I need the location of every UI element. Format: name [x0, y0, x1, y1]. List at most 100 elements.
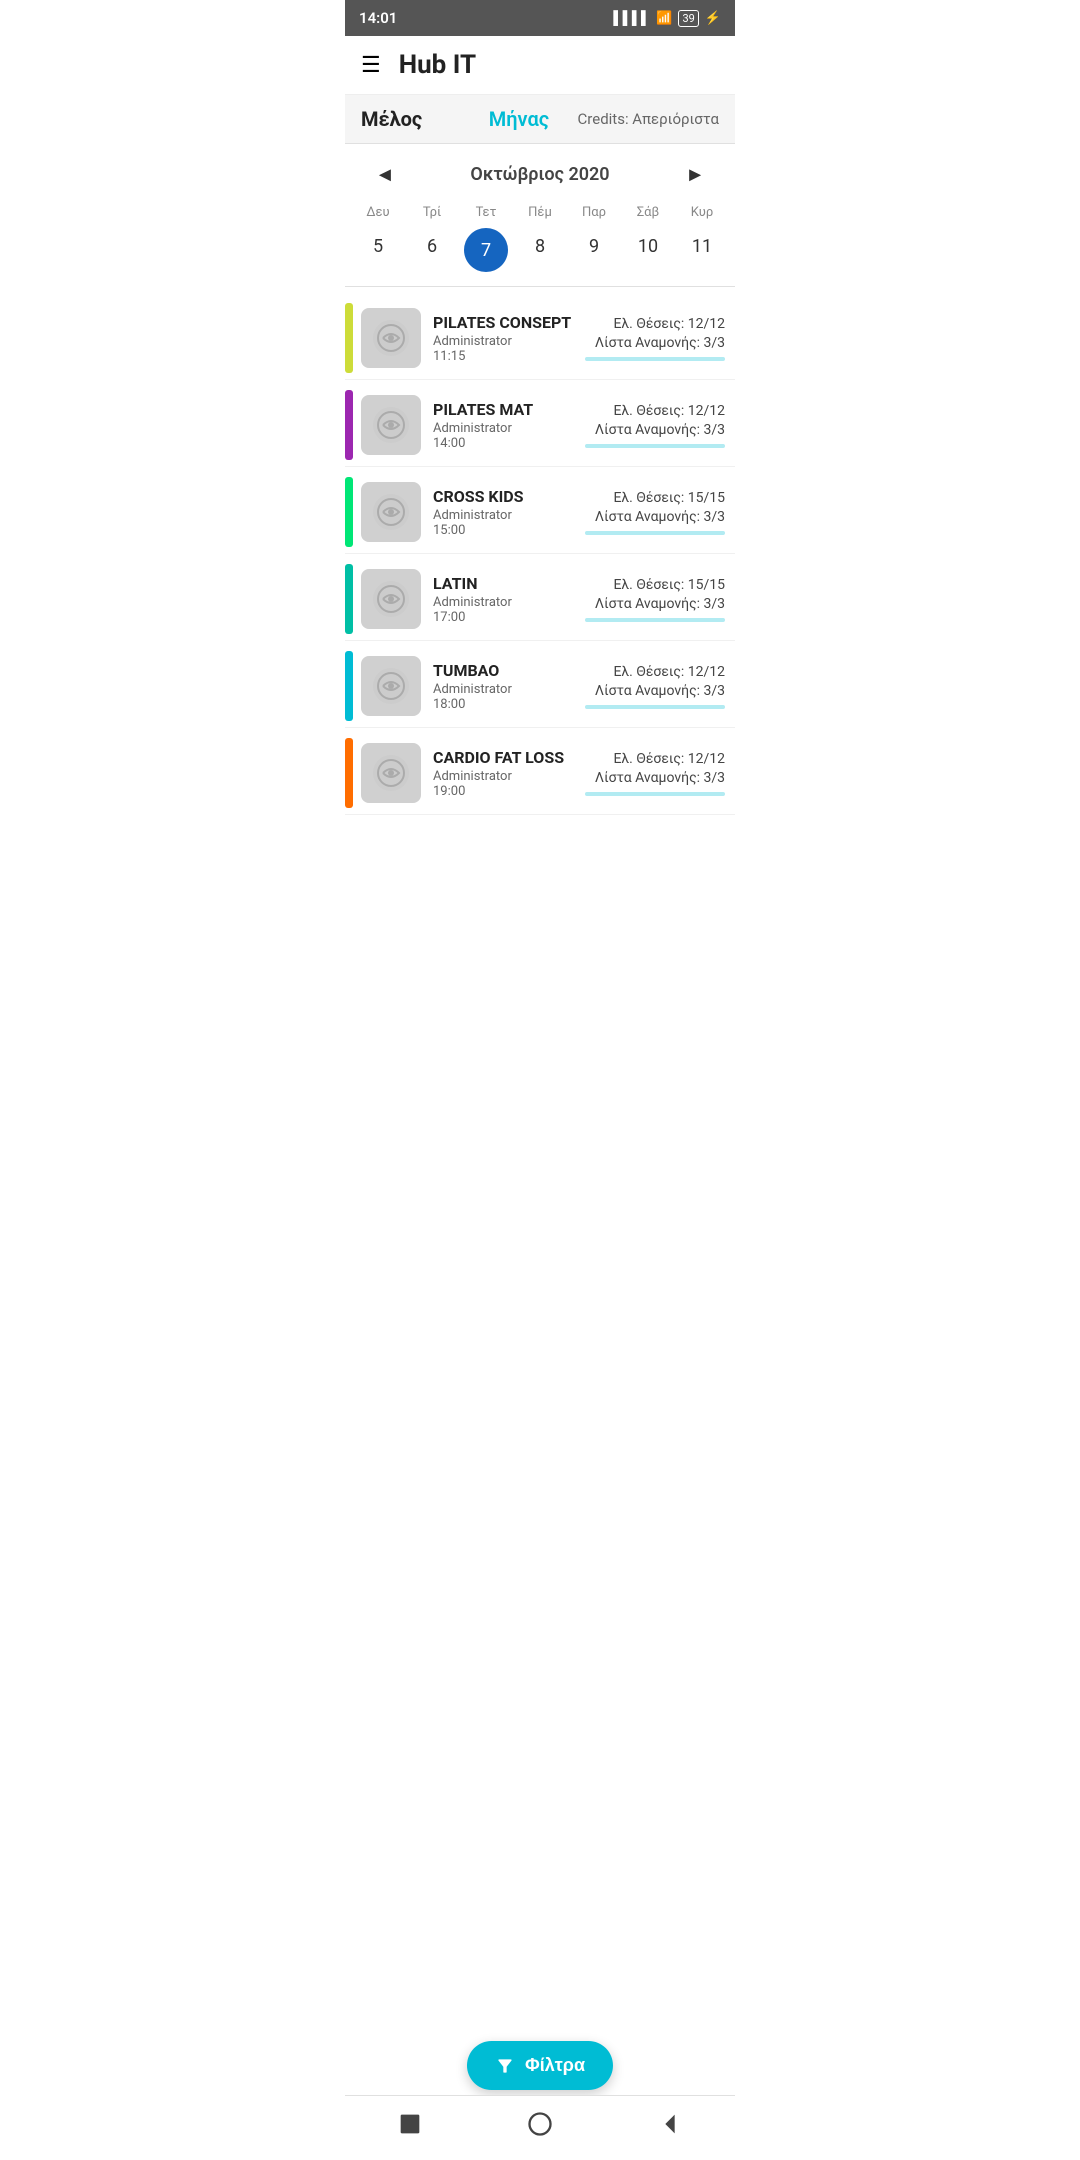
header: ☰ Hub IT	[345, 36, 735, 95]
day-7-selected[interactable]: 7	[464, 228, 508, 272]
class-admin: Administrator	[433, 769, 585, 784]
charging-icon: ⚡	[705, 11, 721, 26]
class-name: CARDIO FAT LOSS	[433, 748, 585, 767]
class-info: PILATES MAT Administrator 14:00	[433, 400, 585, 451]
day-11[interactable]: 11	[675, 228, 729, 272]
class-time: 18:00	[433, 697, 585, 712]
class-info: PILATES CONSEPT Administrator 11:15	[433, 313, 585, 364]
melos-label: Μέλος	[361, 107, 466, 131]
dumbbell-icon	[371, 666, 411, 706]
waitlist-text: Λίστα Αναμονής: 3/3	[585, 422, 725, 438]
slots-text: Ελ. Θέσεις: 12/12	[585, 403, 725, 419]
menu-button[interactable]: ☰	[361, 53, 381, 78]
status-icons: ▌▌▌▌ 📶 39 ⚡	[613, 10, 721, 27]
dumbbell-icon	[371, 492, 411, 532]
back-button[interactable]	[640, 2106, 700, 2146]
class-icon	[361, 569, 421, 629]
day-header-sat: Σάβ	[621, 205, 675, 220]
filter-fab-button[interactable]: Φίλτρα	[467, 2041, 613, 2090]
waitlist-text: Λίστα Αναμονής: 3/3	[585, 770, 725, 786]
day-5[interactable]: 5	[351, 228, 405, 272]
class-item-0[interactable]: PILATES CONSEPT Administrator 11:15 Ελ. …	[345, 293, 735, 380]
dumbbell-icon	[371, 405, 411, 445]
class-item-4[interactable]: TUMBAO Administrator 18:00 Ελ. Θέσεις: 1…	[345, 641, 735, 728]
progress-bar	[585, 444, 725, 448]
class-item-2[interactable]: CROSS KIDS Administrator 15:00 Ελ. Θέσει…	[345, 467, 735, 554]
dumbbell-icon	[371, 753, 411, 793]
class-item-1[interactable]: PILATES MAT Administrator 14:00 Ελ. Θέσε…	[345, 380, 735, 467]
calendar-month: Οκτώβριος 2020	[470, 164, 609, 185]
class-slots: Ελ. Θέσεις: 12/12 Λίστα Αναμονής: 3/3	[585, 664, 725, 709]
divider	[345, 286, 735, 287]
class-icon	[361, 308, 421, 368]
circle-icon	[526, 2110, 554, 2138]
waitlist-text: Λίστα Αναμονής: 3/3	[585, 335, 725, 351]
class-color-bar	[345, 564, 353, 634]
class-slots: Ελ. Θέσεις: 12/12 Λίστα Αναμονής: 3/3	[585, 316, 725, 361]
progress-bar	[585, 357, 725, 361]
class-time: 14:00	[433, 436, 585, 451]
class-name: PILATES CONSEPT	[433, 313, 585, 332]
class-icon	[361, 743, 421, 803]
class-admin: Administrator	[433, 508, 585, 523]
class-list: PILATES CONSEPT Administrator 11:15 Ελ. …	[345, 293, 735, 895]
slots-text: Ελ. Θέσεις: 15/15	[585, 490, 725, 506]
status-bar: 14:01 ▌▌▌▌ 📶 39 ⚡	[345, 0, 735, 36]
class-name: LATIN	[433, 574, 585, 593]
slots-text: Ελ. Θέσεις: 12/12	[585, 664, 725, 680]
day-numbers: 5 6 7 8 9 10 11	[345, 224, 735, 286]
waitlist-text: Λίστα Αναμονής: 3/3	[585, 683, 725, 699]
day-header-sun: Κυρ	[675, 205, 729, 220]
progress-bar	[585, 531, 725, 535]
app-title: Hub IT	[399, 50, 476, 80]
class-info: CROSS KIDS Administrator 15:00	[433, 487, 585, 538]
class-info: TUMBAO Administrator 18:00	[433, 661, 585, 712]
class-info: CARDIO FAT LOSS Administrator 19:00	[433, 748, 585, 799]
stop-button[interactable]	[380, 2106, 440, 2146]
prev-month-button[interactable]: ◄	[365, 158, 405, 191]
day-8[interactable]: 8	[513, 228, 567, 272]
class-slots: Ελ. Θέσεις: 15/15 Λίστα Αναμονής: 3/3	[585, 577, 725, 622]
class-color-bar	[345, 477, 353, 547]
progress-bar	[585, 792, 725, 796]
day-6[interactable]: 6	[405, 228, 459, 272]
class-name: CROSS KIDS	[433, 487, 585, 506]
calendar-nav: ◄ Οκτώβριος 2020 ►	[345, 144, 735, 195]
wifi-icon: 📶	[656, 11, 672, 26]
next-month-button[interactable]: ►	[675, 158, 715, 191]
day-headers: Δευ Τρί Τετ Πέμ Παρ Σάβ Κυρ	[345, 195, 735, 224]
day-9[interactable]: 9	[567, 228, 621, 272]
dumbbell-icon	[371, 318, 411, 358]
filter-icon	[495, 2056, 515, 2076]
day-header-tue: Τρί	[405, 205, 459, 220]
waitlist-text: Λίστα Αναμονής: 3/3	[585, 596, 725, 612]
battery-icon: 39	[678, 10, 698, 27]
class-icon	[361, 482, 421, 542]
bottom-nav	[345, 2095, 735, 2160]
class-time: 15:00	[433, 523, 585, 538]
day-10[interactable]: 10	[621, 228, 675, 272]
progress-bar	[585, 618, 725, 622]
day-header-fri: Παρ	[567, 205, 621, 220]
slots-text: Ελ. Θέσεις: 12/12	[585, 751, 725, 767]
stop-icon	[396, 2110, 424, 2138]
day-header-wed: Τετ	[459, 205, 513, 220]
home-button[interactable]	[510, 2106, 570, 2146]
day-header-mon: Δευ	[351, 205, 405, 220]
class-item-3[interactable]: LATIN Administrator 17:00 Ελ. Θέσεις: 15…	[345, 554, 735, 641]
class-item-5[interactable]: CARDIO FAT LOSS Administrator 19:00 Ελ. …	[345, 728, 735, 815]
class-color-bar	[345, 390, 353, 460]
slots-text: Ελ. Θέσεις: 15/15	[585, 577, 725, 593]
class-time: 11:15	[433, 349, 585, 364]
class-icon	[361, 656, 421, 716]
class-slots: Ελ. Θέσεις: 12/12 Λίστα Αναμονής: 3/3	[585, 751, 725, 796]
class-slots: Ελ. Θέσεις: 15/15 Λίστα Αναμονής: 3/3	[585, 490, 725, 535]
signal-icon: ▌▌▌▌	[613, 10, 650, 26]
class-name: PILATES MAT	[433, 400, 585, 419]
day-header-thu: Πέμ	[513, 205, 567, 220]
class-admin: Administrator	[433, 334, 585, 349]
waitlist-text: Λίστα Αναμονής: 3/3	[585, 509, 725, 525]
class-icon	[361, 395, 421, 455]
minas-tab[interactable]: Μήνας	[466, 107, 571, 131]
class-admin: Administrator	[433, 595, 585, 610]
